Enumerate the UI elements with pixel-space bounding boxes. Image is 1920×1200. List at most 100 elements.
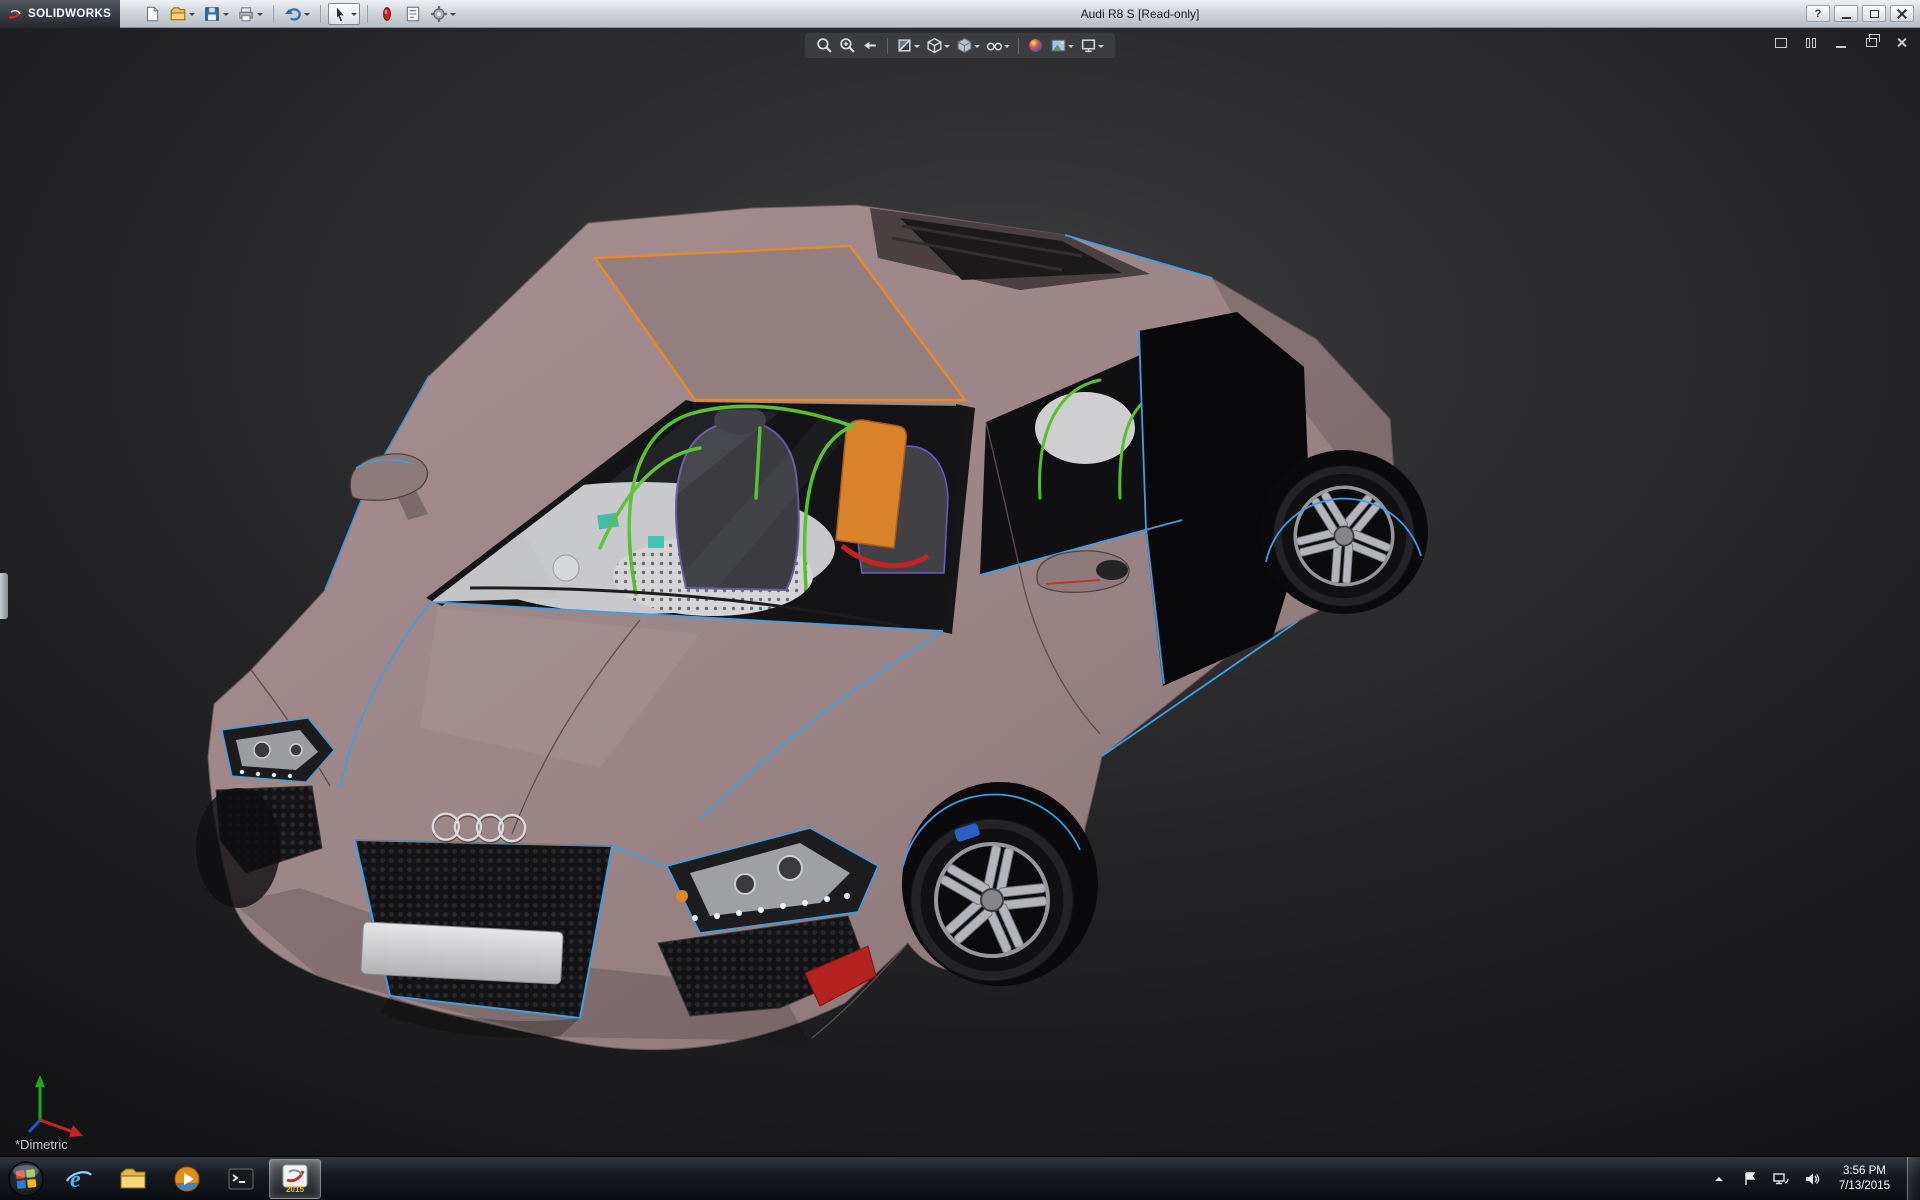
- maximize-button[interactable]: [1862, 5, 1886, 22]
- taskbar-item-media-player[interactable]: [161, 1159, 213, 1199]
- save-floppy-icon: [203, 5, 221, 23]
- solidworks-window: SOLIDWORKS: [0, 0, 1920, 1200]
- appearance-sphere-icon: [1027, 37, 1044, 54]
- section-view-icon: [896, 37, 913, 54]
- windows-start-icon: [7, 1160, 45, 1198]
- file-properties-button[interactable]: [401, 3, 425, 25]
- network-tray-icon[interactable]: [1771, 1164, 1791, 1194]
- menu-expand-arrow[interactable]: [122, 10, 130, 18]
- previous-view-icon: [862, 37, 879, 54]
- volume-tray-icon[interactable]: [1802, 1164, 1822, 1194]
- fullscreen-button[interactable]: [1772, 35, 1790, 50]
- doc-close-icon: [1896, 37, 1907, 48]
- open-folder-icon: [169, 5, 187, 23]
- flag-icon: [1742, 1171, 1758, 1187]
- glasses-icon: [986, 37, 1003, 54]
- show-desktop-button[interactable]: [1907, 1157, 1920, 1200]
- options-button[interactable]: [427, 3, 459, 25]
- zoom-to-area-button[interactable]: [837, 36, 858, 55]
- options-dropdown-arrow[interactable]: [450, 13, 456, 19]
- solidworks-logo-text: SOLIDWORKS: [28, 8, 111, 20]
- doc-minimize-icon: [1836, 46, 1846, 48]
- collapsed-panel-handle[interactable]: [0, 573, 8, 619]
- options-gear-icon: [430, 5, 448, 23]
- help-glyph: ?: [1815, 8, 1822, 20]
- close-icon: [1897, 9, 1907, 19]
- undo-button[interactable]: [281, 3, 313, 25]
- print-icon: [237, 5, 255, 23]
- minimize-button[interactable]: [1834, 5, 1858, 22]
- print-dropdown-arrow[interactable]: [257, 13, 263, 19]
- open-button[interactable]: [166, 3, 198, 25]
- taskbar-item-windows-explorer[interactable]: [107, 1159, 159, 1199]
- document-window-controls: [1772, 35, 1910, 50]
- view-orientation-button[interactable]: [924, 36, 952, 55]
- main-toolbar: [130, 3, 459, 25]
- taskbar-item-solidworks-2015[interactable]: 2015: [269, 1159, 321, 1199]
- rebuild-icon: [378, 5, 396, 23]
- select-button[interactable]: [328, 3, 360, 25]
- system-tray: 3:56 PM 7/13/2015: [1709, 1157, 1920, 1200]
- solidworks-version-badge: 2015: [286, 1186, 304, 1194]
- help-button[interactable]: ?: [1806, 5, 1830, 22]
- hide-show-dropdown-arrow[interactable]: [1004, 45, 1010, 51]
- model-viewport[interactable]: [0, 28, 1920, 1156]
- show-hidden-icons-button[interactable]: [1709, 1164, 1729, 1194]
- display-style-button[interactable]: [954, 36, 982, 55]
- view-cube-icon: [926, 37, 943, 54]
- save-dropdown-arrow[interactable]: [223, 13, 229, 19]
- apply-scene-button[interactable]: [1048, 36, 1076, 55]
- view-settings-button[interactable]: [1078, 36, 1106, 55]
- close-button[interactable]: [1890, 5, 1914, 22]
- select-cursor-icon: [331, 5, 349, 23]
- undo-dropdown-arrow[interactable]: [304, 13, 310, 19]
- heads-up-view-toolbar: [805, 33, 1115, 58]
- solidworks-logo-icon: [7, 6, 23, 22]
- save-button[interactable]: [200, 3, 232, 25]
- view-settings-icon: [1080, 37, 1097, 54]
- graphics-area[interactable]: *Dimetric: [0, 28, 1920, 1156]
- window-controls: ?: [1806, 5, 1920, 22]
- taskbar-clock[interactable]: 3:56 PM 7/13/2015: [1833, 1164, 1896, 1194]
- solidworks-logo[interactable]: SOLIDWORKS: [0, 0, 120, 28]
- display-style-dropdown-arrow[interactable]: [974, 45, 980, 51]
- zoom-to-area-icon: [839, 37, 856, 54]
- toolbar-separator: [273, 5, 274, 23]
- doc-minimize-button[interactable]: [1832, 35, 1850, 50]
- doc-close-button[interactable]: [1892, 35, 1910, 50]
- document-title: Audi R8 S [Read-only]: [1081, 7, 1200, 21]
- network-icon: [1772, 1171, 1789, 1187]
- view-orientation-dropdown-arrow[interactable]: [944, 45, 950, 51]
- fullscreen-icon: [1775, 38, 1787, 48]
- file-properties-icon: [404, 5, 422, 23]
- doc-restore-button[interactable]: [1862, 35, 1880, 50]
- section-view-dropdown-arrow[interactable]: [914, 45, 920, 51]
- edit-appearance-button[interactable]: [1025, 36, 1046, 55]
- clock-time: 3:56 PM: [1839, 1164, 1890, 1179]
- split-view-button[interactable]: [1802, 35, 1820, 50]
- start-button[interactable]: [0, 1157, 52, 1200]
- side-mirror-right[interactable]: [1037, 551, 1129, 592]
- title-bar: SOLIDWORKS: [0, 0, 1920, 28]
- rebuild-button[interactable]: [375, 3, 399, 25]
- notification-tray-icon[interactable]: [1740, 1164, 1760, 1194]
- taskbar-item-command-prompt[interactable]: [215, 1159, 267, 1199]
- license-plate: [361, 922, 563, 984]
- hide-show-items-button[interactable]: [984, 36, 1012, 55]
- taskbar-item-internet-explorer[interactable]: e: [53, 1159, 105, 1199]
- folder-icon: [118, 1164, 148, 1194]
- select-dropdown-arrow[interactable]: [351, 13, 357, 19]
- print-button[interactable]: [234, 3, 266, 25]
- view-settings-dropdown-arrow[interactable]: [1098, 45, 1104, 51]
- front-grille[interactable]: [355, 840, 612, 1018]
- maximize-icon: [1870, 10, 1879, 18]
- svg-text:e: e: [70, 1167, 81, 1193]
- speaker-icon: [1804, 1171, 1820, 1187]
- undo-arrow-icon: [284, 5, 302, 23]
- section-view-button[interactable]: [894, 36, 922, 55]
- new-document-button[interactable]: [140, 3, 164, 25]
- previous-view-button[interactable]: [860, 36, 881, 55]
- open-dropdown-arrow[interactable]: [189, 13, 195, 19]
- zoom-to-fit-button[interactable]: [814, 36, 835, 55]
- apply-scene-dropdown-arrow[interactable]: [1068, 45, 1074, 51]
